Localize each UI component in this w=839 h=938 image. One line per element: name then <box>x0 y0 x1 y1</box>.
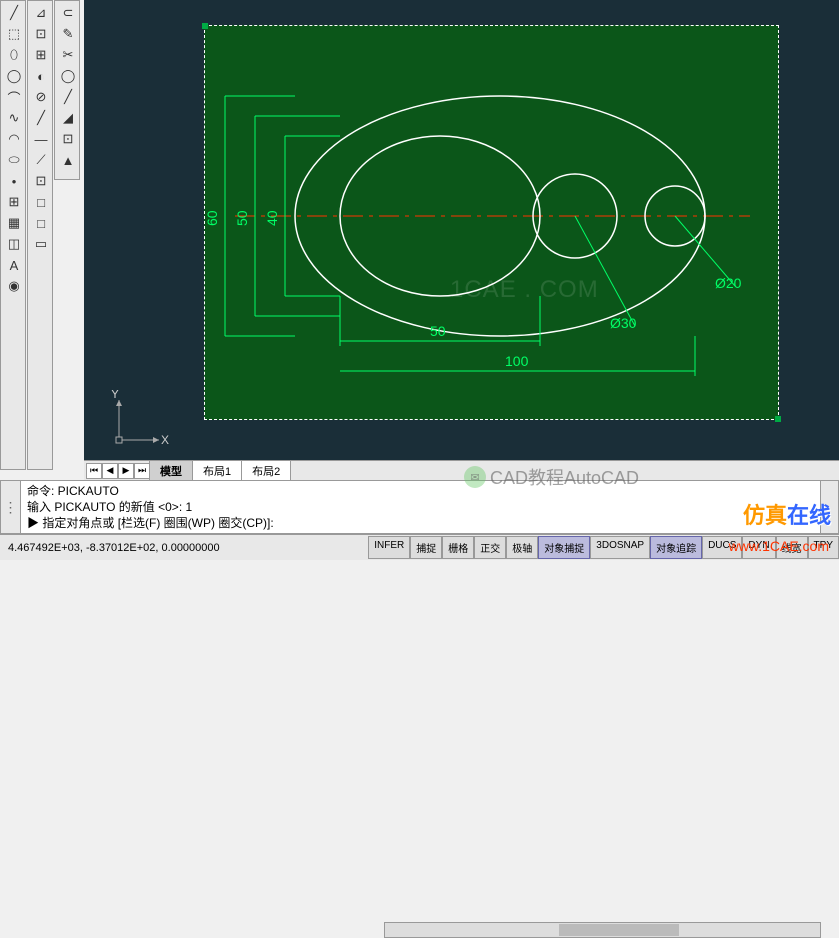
status-snap[interactable]: 捕捉 <box>410 536 442 559</box>
misc-toolbar: ⊂ ✎ ✂ ◯ ╱ ◢ ⊡ ▲ <box>54 0 80 180</box>
svg-text:40: 40 <box>264 210 280 226</box>
selection-window: 60 50 40 50 <box>204 25 779 420</box>
status-ducs[interactable]: DUCS <box>702 536 742 559</box>
tab-first-icon[interactable]: ⏮ <box>86 463 102 479</box>
command-input[interactable]: 指定对角点或 [栏选(F) 圈围(WP) 圈交(CP)]: <box>42 516 273 530</box>
tab-next-icon[interactable]: ▶ <box>118 463 134 479</box>
status-grid[interactable]: 栅格 <box>442 536 474 559</box>
command-history-1: 命令: PICKAUTO <box>27 483 814 499</box>
command-resize-grip[interactable]: ⋮ <box>1 481 21 533</box>
status-infer[interactable]: INFER <box>368 536 410 559</box>
trim-tool[interactable]: ⊘ <box>30 87 52 107</box>
command-prompt: ▶ 指定对角点或 [栏选(F) 圈围(WP) 圈交(CP)]: <box>27 515 814 531</box>
status-dyn[interactable]: DYN <box>742 536 775 559</box>
array-tool[interactable]: ⊞ <box>30 45 52 65</box>
tool-f[interactable]: ◢ <box>57 108 79 128</box>
layout-tabs: ⏮ ◀ ▶ ⏭ 模型 布局1 布局2 <box>84 460 839 480</box>
dim-h100: 100 <box>340 336 695 376</box>
line-tool[interactable]: ╱ <box>3 3 25 23</box>
table-tool[interactable]: ◫ <box>3 234 25 254</box>
svg-text:Y: Y <box>111 390 119 401</box>
command-window: ⋮ 命令: PICKAUTO 输入 PICKAUTO 的新值 <0>: 1 ▶ … <box>0 480 839 534</box>
modify-toolbar: ⊿ ⊡ ⊞ ◐ ⊘ ╱ — ⟋ ⊡ □ □ ▭ <box>27 0 53 470</box>
status-polar[interactable]: 极轴 <box>506 536 538 559</box>
scale-tool[interactable]: ⊡ <box>30 171 52 191</box>
tab-model[interactable]: 模型 <box>149 460 193 482</box>
status-bar: 4.467492E+03, -8.37012E+02, 0.00000000 I… <box>0 534 839 560</box>
rotate-tool[interactable]: ◐ <box>30 66 52 86</box>
circle-tool[interactable]: ◯ <box>3 66 25 86</box>
tool-c[interactable]: ✂ <box>57 45 79 65</box>
move-tool[interactable]: ▭ <box>30 234 52 254</box>
prompt-icon: ▶ <box>27 516 39 530</box>
drawing-canvas[interactable]: 60 50 40 50 <box>84 0 839 460</box>
tool-a[interactable]: ⊂ <box>57 3 79 23</box>
ellipse-tool[interactable]: ⬭ <box>3 150 25 170</box>
mirror-tool[interactable]: ⊿ <box>30 3 52 23</box>
svg-text:Ø20: Ø20 <box>715 275 742 291</box>
status-lwt[interactable]: 线宽 <box>776 536 808 559</box>
svg-text:60: 60 <box>205 210 220 226</box>
arc-tool[interactable]: ⌒ <box>3 87 25 107</box>
status-osnap[interactable]: 对象捕捉 <box>538 536 590 559</box>
offset-tool[interactable]: ⊡ <box>30 24 52 44</box>
ucs-icon: X Y <box>109 390 169 450</box>
coordinate-display: 4.467492E+03, -8.37012E+02, 0.00000000 <box>0 542 300 554</box>
tab-last-icon[interactable]: ⏭ <box>134 463 150 479</box>
tab-layout1[interactable]: 布局1 <box>192 460 242 482</box>
tool-h[interactable]: ▲ <box>57 150 79 170</box>
tab-layout2[interactable]: 布局2 <box>241 460 291 482</box>
extend-tool[interactable]: ╱ <box>30 108 52 128</box>
point-tool[interactable]: • <box>3 171 25 191</box>
svg-text:X: X <box>161 433 169 447</box>
status-tpy[interactable]: TPY <box>808 536 839 559</box>
status-otrack[interactable]: 对象追踪 <box>650 536 702 559</box>
status-ortho[interactable]: 正交 <box>474 536 506 559</box>
polygon-tool[interactable]: ⬯ <box>3 45 25 65</box>
revcloud-tool[interactable]: ◠ <box>3 129 25 149</box>
stretch-tool[interactable]: □ <box>30 192 52 212</box>
tab-prev-icon[interactable]: ◀ <box>102 463 118 479</box>
command-history-2: 输入 PICKAUTO 的新值 <0>: 1 <box>27 499 814 515</box>
text-tool[interactable]: A <box>3 255 25 275</box>
tool-g[interactable]: ⊡ <box>57 129 79 149</box>
dim-h50: 50 <box>340 296 540 346</box>
svg-text:100: 100 <box>505 353 529 369</box>
break-tool[interactable]: — <box>30 129 52 149</box>
tool-e[interactable]: ╱ <box>57 87 79 107</box>
status-3dosnap[interactable]: 3DOSNAP <box>590 536 650 559</box>
svg-text:Ø30: Ø30 <box>610 315 637 331</box>
dim-40: 40 <box>264 136 340 296</box>
svg-text:50: 50 <box>234 210 250 226</box>
chamfer-tool[interactable]: ⟋ <box>30 150 52 170</box>
dim-d20: Ø20 <box>675 216 742 291</box>
svg-text:50: 50 <box>430 323 446 339</box>
spline-tool[interactable]: ∿ <box>3 108 25 128</box>
command-text[interactable]: 命令: PICKAUTO 输入 PICKAUTO 的新值 <0>: 1 ▶ 指定… <box>21 481 820 533</box>
hatch-tool[interactable]: ▦ <box>3 213 25 233</box>
rect-tool[interactable]: ⬚ <box>3 24 25 44</box>
h-scrollbar[interactable] <box>384 922 821 938</box>
dim-d30: Ø30 <box>575 216 637 331</box>
draw-toolbar: ╱ ⬚ ⬯ ◯ ⌒ ∿ ◠ ⬭ • ⊞ ▦ ◫ A ◉ <box>0 0 26 470</box>
block-tool[interactable]: ⊞ <box>3 192 25 212</box>
region-tool[interactable]: ◉ <box>3 276 25 296</box>
tool-d[interactable]: ◯ <box>57 66 79 86</box>
tool-b[interactable]: ✎ <box>57 24 79 44</box>
copy-tool[interactable]: □ <box>30 213 52 233</box>
command-scrollbar[interactable] <box>820 481 838 533</box>
